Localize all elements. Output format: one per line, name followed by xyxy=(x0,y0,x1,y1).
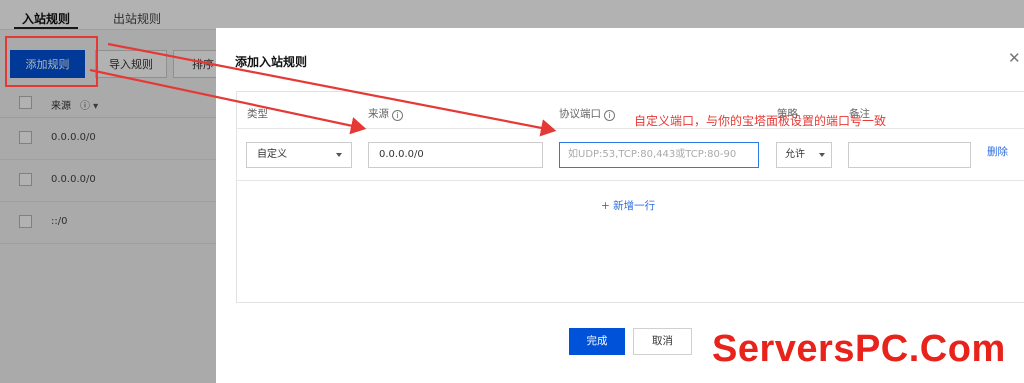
cancel-button[interactable]: 取消 xyxy=(633,328,692,355)
column-source: 来源 i xyxy=(368,106,403,121)
note-input[interactable] xyxy=(848,142,971,168)
divider xyxy=(237,180,1024,181)
source-input[interactable]: 0.0.0.0/0 xyxy=(368,142,543,168)
annotation-text: 自定义端口，与你的宝塔面板设置的端口号一致 xyxy=(634,114,887,128)
port-input[interactable]: 如UDP:53,TCP:80,443或TCP:80-90 xyxy=(559,142,759,168)
column-type: 类型 xyxy=(247,108,268,120)
info-icon[interactable]: i xyxy=(392,110,403,121)
info-icon[interactable]: i xyxy=(604,110,615,121)
type-select[interactable]: 自定义 xyxy=(246,142,352,168)
rule-editor-table: 类型 来源 i 协议端口 i 策略 备注 自定义 0.0.0.0/0 如UDP:53… xyxy=(236,91,1024,303)
watermark: ServersPC.Com xyxy=(711,327,1006,371)
type-select-value: 自定义 xyxy=(257,149,287,160)
highlight-box xyxy=(5,36,98,87)
policy-select-value: 允许 xyxy=(785,149,805,160)
delete-row-link[interactable]: 删除 xyxy=(987,144,1008,159)
column-port: 协议端口 i xyxy=(559,106,615,121)
divider xyxy=(237,128,1024,129)
close-icon[interactable]: ✕ xyxy=(1008,50,1024,66)
dialog-title: 添加入站规则 xyxy=(235,55,308,69)
policy-select[interactable]: 允许 xyxy=(776,142,832,168)
confirm-button[interactable]: 完成 xyxy=(569,328,625,355)
chevron-down-icon xyxy=(336,153,342,157)
chevron-down-icon xyxy=(819,153,825,157)
add-row-link[interactable]: + 新增一行 xyxy=(601,198,655,213)
